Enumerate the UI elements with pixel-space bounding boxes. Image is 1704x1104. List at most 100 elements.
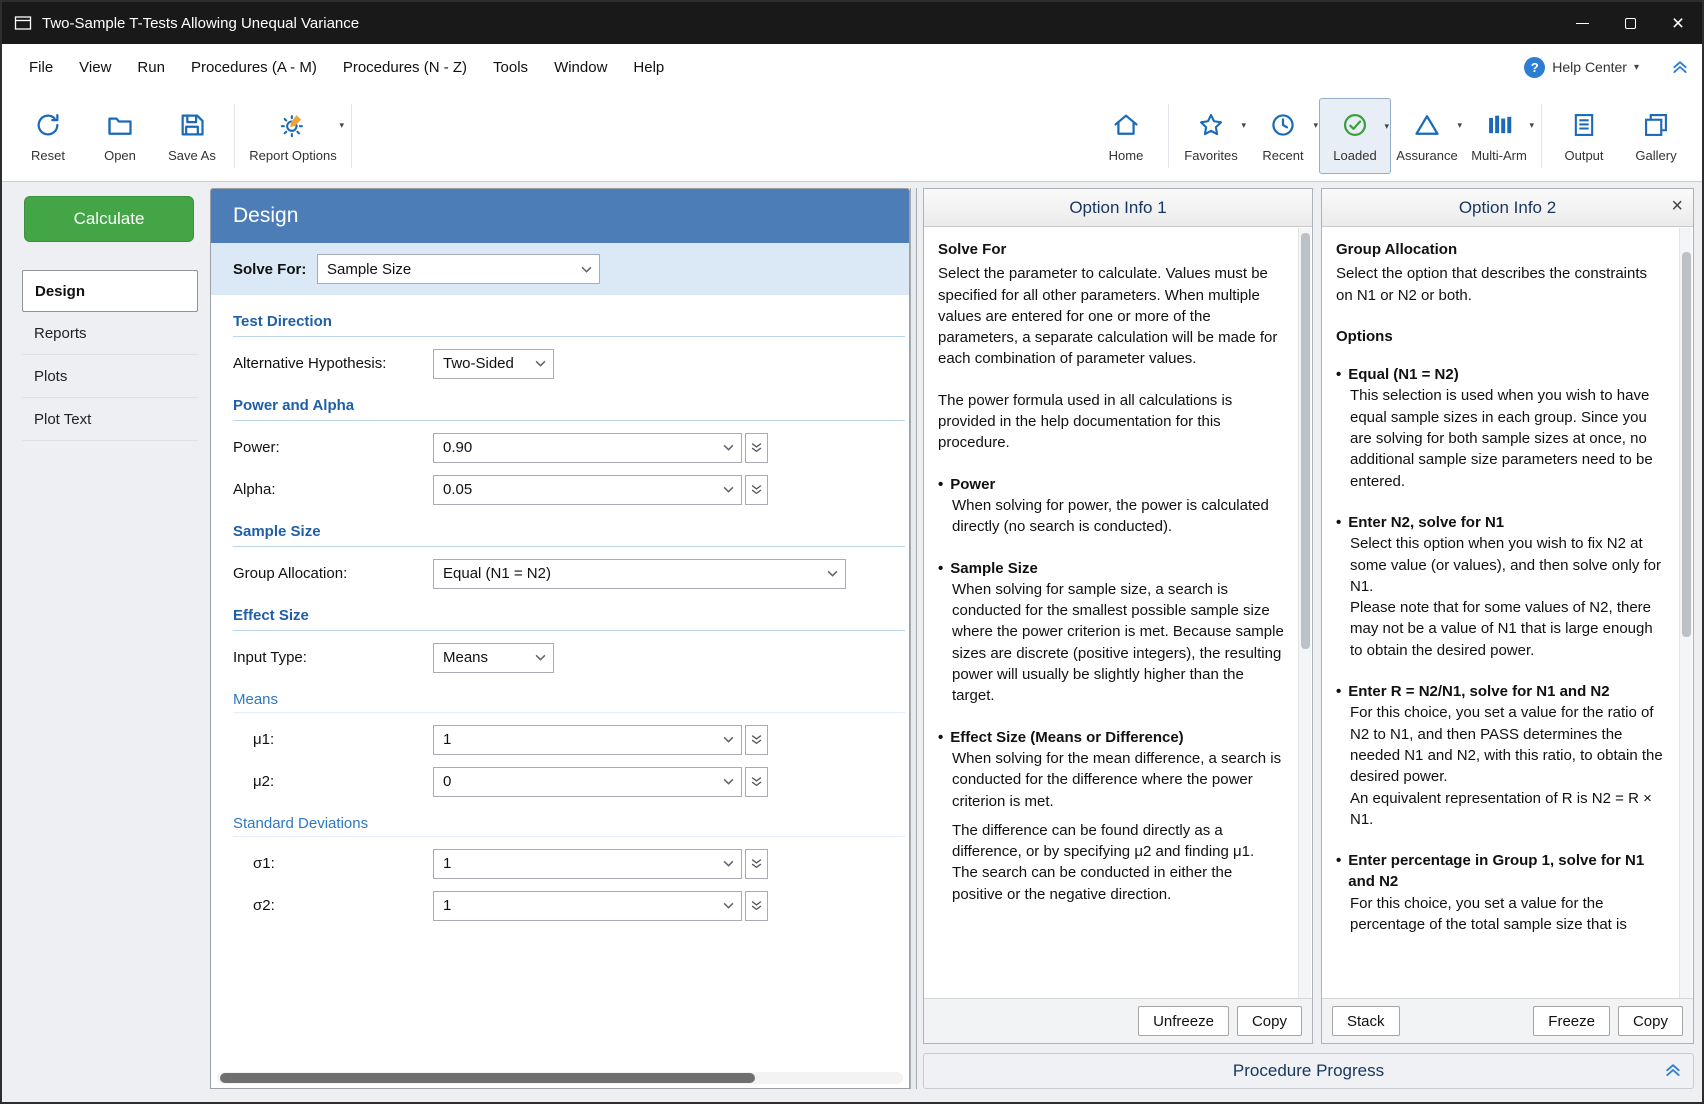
mu2-list-button[interactable] [745, 767, 768, 797]
sigma1-combo[interactable]: 1 [433, 849, 742, 879]
unfreeze-button[interactable]: Unfreeze [1138, 1006, 1229, 1036]
stack-button[interactable]: Stack [1332, 1006, 1400, 1036]
toolbar-save-as-button[interactable]: Save As [156, 98, 228, 174]
sigma2-combo[interactable]: 1 [433, 891, 742, 921]
power-combo[interactable]: 0.90 [433, 433, 742, 463]
chevron-down-icon[interactable]: ▾ [1457, 120, 1462, 131]
menu-view[interactable]: View [66, 53, 124, 82]
menubar: File View Run Procedures (A - M) Procedu… [2, 44, 1702, 90]
sidebar-tab-design[interactable]: Design [22, 270, 198, 312]
sigma2-list-button[interactable] [745, 891, 768, 921]
output-document-icon [1570, 108, 1598, 142]
sigma2-label: σ2: [233, 897, 433, 914]
mu1-list-button[interactable] [745, 725, 768, 755]
toolbar-output-label: Output [1564, 148, 1603, 163]
chevron-down-icon[interactable]: ▾ [1241, 120, 1246, 131]
chevron-down-icon[interactable]: ▾ [1634, 62, 1639, 73]
sidebar-tab-reports[interactable]: Reports [22, 312, 198, 355]
toolbar-favorites-button[interactable]: Favorites ▾ [1175, 98, 1247, 174]
vertical-scrollbar-thumb[interactable] [1682, 252, 1691, 637]
option-info-2-body: Group Allocation Select the option that … [1322, 227, 1693, 998]
copy-button[interactable]: Copy [1618, 1006, 1683, 1036]
mu2-combo[interactable]: 0 [433, 767, 742, 797]
info-heading: Options [1336, 326, 1665, 347]
chevron-down-icon[interactable]: ▾ [339, 120, 344, 131]
option-info-2-buttons: Stack Freeze Copy [1322, 998, 1693, 1043]
horizontal-scrollbar-thumb[interactable] [220, 1073, 755, 1083]
chevron-down-icon[interactable]: ▾ [1529, 120, 1534, 131]
help-center-label[interactable]: Help Center [1552, 59, 1627, 75]
sigma1-label: σ1: [233, 855, 433, 872]
procedure-progress-label: Procedure Progress [1233, 1061, 1384, 1081]
solve-for-row: Solve For: Sample Size [211, 243, 909, 295]
help-icon[interactable]: ? [1524, 57, 1545, 78]
toolbar-separator [1541, 104, 1542, 168]
maximize-button[interactable] [1606, 2, 1654, 44]
menu-help[interactable]: Help [620, 53, 677, 82]
menu-file[interactable]: File [16, 53, 66, 82]
toolbar-open-button[interactable]: Open [84, 98, 156, 174]
bullet-icon: • [938, 727, 943, 748]
menu-window[interactable]: Window [541, 53, 620, 82]
power-list-button[interactable] [745, 433, 768, 463]
minimize-button[interactable] [1558, 2, 1606, 44]
mu2-value: 0 [443, 773, 451, 790]
toolbar-gallery-button[interactable]: Gallery [1620, 98, 1692, 174]
vertical-scrollbar-thumb[interactable] [1301, 233, 1310, 649]
chevron-down-icon[interactable]: ▾ [1313, 120, 1318, 131]
group-allocation-select[interactable]: Equal (N1 = N2) [433, 559, 846, 589]
horizontal-scrollbar[interactable] [217, 1072, 903, 1084]
chevron-down-icon[interactable]: ▾ [1384, 121, 1389, 132]
sigma2-value: 1 [443, 897, 451, 914]
vertical-scrollbar[interactable] [1298, 228, 1311, 998]
toolbar-output-button[interactable]: Output [1548, 98, 1620, 174]
menu-procedures-n-z[interactable]: Procedures (N - Z) [330, 53, 480, 82]
toolbar-reset-label: Reset [31, 148, 65, 163]
panel-splitter[interactable] [910, 188, 917, 1089]
close-button[interactable]: × [1654, 2, 1702, 44]
sigma1-list-button[interactable] [745, 849, 768, 879]
bullet-title: Enter percentage in Group 1, solve for N… [1348, 850, 1665, 893]
info-bullet: •Power When solving for power, the power… [938, 474, 1284, 538]
bullet-title: Equal (N1 = N2) [1348, 364, 1458, 385]
right-region: Option Info 1 Solve For Select the param… [923, 188, 1694, 1089]
copy-button[interactable]: Copy [1237, 1006, 1302, 1036]
alpha-combo[interactable]: 0.05 [433, 475, 742, 505]
procedure-progress-bar[interactable]: Procedure Progress [923, 1053, 1694, 1089]
sidebar-tab-plot-text[interactable]: Plot Text [22, 398, 198, 441]
alternative-hypothesis-select[interactable]: Two-Sided [433, 349, 554, 379]
toolbar-report-options-button[interactable]: Report Options ▾ [241, 98, 345, 174]
menu-procedures-a-m[interactable]: Procedures (A - M) [178, 53, 330, 82]
collapse-toolbar-button[interactable] [1672, 60, 1688, 74]
toolbar-reset-button[interactable]: Reset [12, 98, 84, 174]
freeze-button[interactable]: Freeze [1533, 1006, 1610, 1036]
subheading-standard-deviations: Standard Deviations [233, 815, 905, 837]
toolbar-loaded-button[interactable]: Loaded ▾ [1319, 98, 1391, 174]
alpha-list-button[interactable] [745, 475, 768, 505]
toolbar-assurance-button[interactable]: Assurance ▾ [1391, 98, 1463, 174]
toolbar-recent-button[interactable]: Recent ▾ [1247, 98, 1319, 174]
mu1-label: μ1: [233, 731, 433, 748]
bullet-icon: • [1336, 512, 1341, 533]
bullet-text: An equivalent representation of R is N2 … [1350, 788, 1665, 831]
mu1-combo[interactable]: 1 [433, 725, 742, 755]
chevron-down-icon [535, 654, 546, 661]
close-icon[interactable]: × [1671, 196, 1683, 216]
toolbar-open-label: Open [104, 148, 136, 163]
bullet-title: Power [950, 474, 995, 495]
toolbar-home-button[interactable]: Home [1090, 98, 1162, 174]
info-paragraph: Select the option that describes the con… [1336, 263, 1665, 306]
calculate-button[interactable]: Calculate [24, 196, 194, 242]
option-info-1-buttons: Unfreeze Copy [924, 998, 1312, 1043]
vertical-scrollbar[interactable] [1679, 228, 1692, 998]
input-type-select[interactable]: Means [433, 643, 554, 673]
bullet-text: Select this option when you wish to fix … [1350, 533, 1665, 597]
solve-for-select[interactable]: Sample Size [317, 254, 600, 284]
collapse-progress-icon[interactable] [1665, 1063, 1681, 1077]
sidebar-tab-plots[interactable]: Plots [22, 355, 198, 398]
menu-run[interactable]: Run [124, 53, 178, 82]
toolbar-loaded-label: Loaded [1333, 148, 1376, 163]
toolbar-assurance-label: Assurance [1396, 148, 1457, 163]
menu-tools[interactable]: Tools [480, 53, 541, 82]
toolbar-multi-arm-button[interactable]: Multi-Arm ▾ [1463, 98, 1535, 174]
